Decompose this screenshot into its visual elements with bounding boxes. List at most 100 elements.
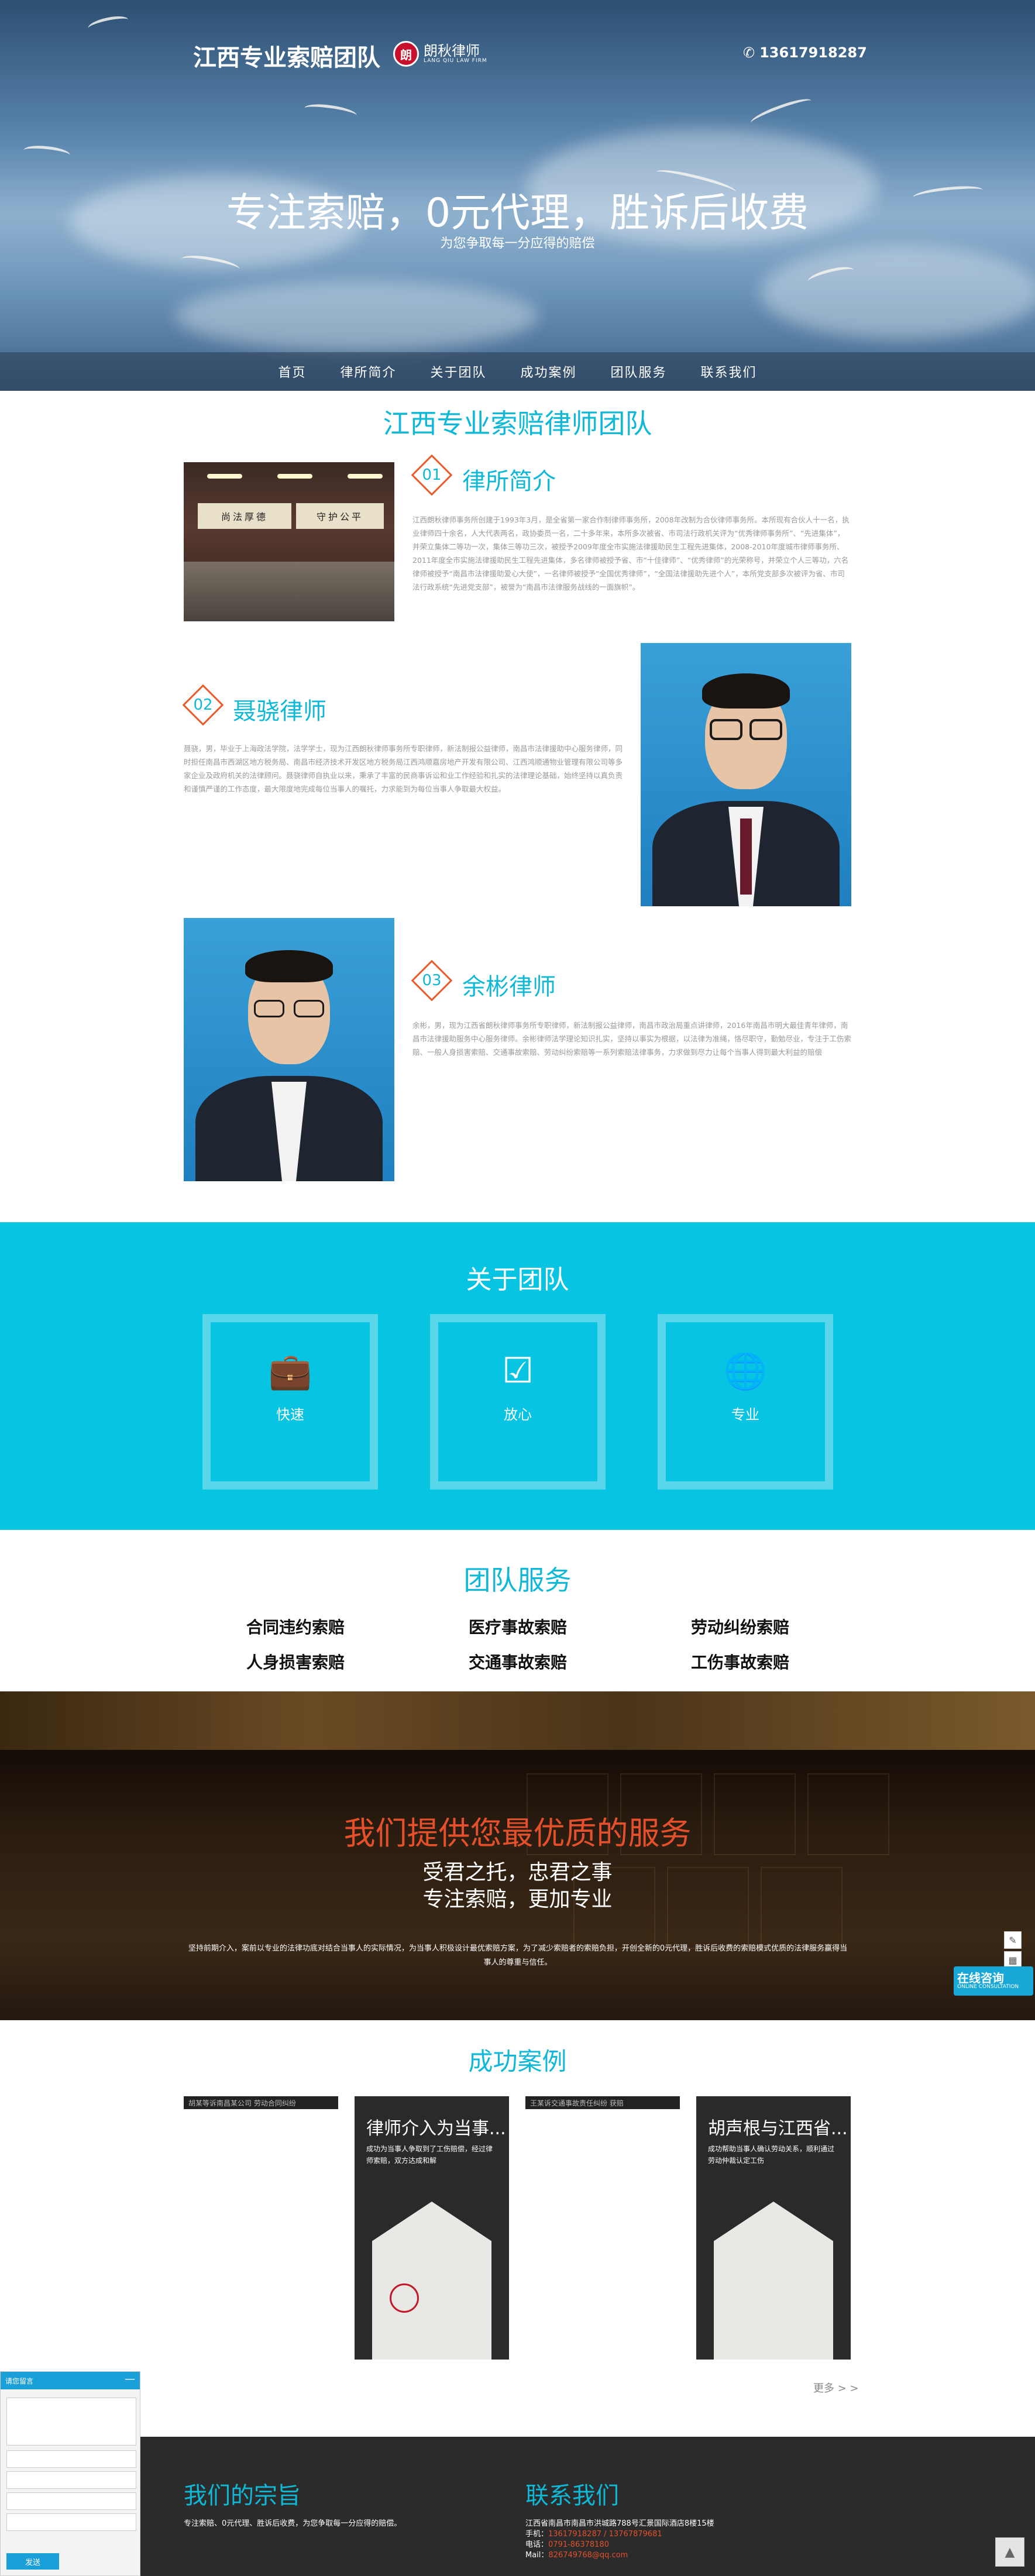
- case-card-2[interactable]: 胡声根与江西省... 成功帮助当事人确认劳动关系，顺利通过劳动仲裁认定工伤: [696, 2096, 851, 2360]
- team-card-pro: 🌐 专业: [658, 1314, 833, 1490]
- service-traffic[interactable]: 交通事故索赔: [430, 1650, 606, 1673]
- service-labor[interactable]: 劳动纠纷索赔: [652, 1615, 828, 1638]
- services-title: 团队服务: [463, 1564, 572, 1596]
- edit-icon[interactable]: ✎: [1004, 1931, 1022, 1949]
- arrow-up-icon: ▲: [1005, 2544, 1015, 2560]
- service-work-injury[interactable]: 工伤事故索赔: [652, 1650, 828, 1673]
- promo-section: 我们提供您最优质的服务 受君之托，忠君之事 专注索赔，更加专业 坚持前期介入，案…: [0, 1750, 1035, 2020]
- contact-address: 江西省南昌市南昌市洪城路788号汇景国际酒店8楼15楼: [525, 2519, 714, 2528]
- nav-about-team[interactable]: 关于团队: [430, 362, 486, 381]
- lawyer-nie-photo: [641, 643, 851, 906]
- team-card-assured: ☑ 放心: [430, 1314, 606, 1490]
- address-input[interactable]: [6, 2513, 136, 2531]
- logo-sub: LANG QIU LAW FIRM: [424, 58, 487, 64]
- nav-home[interactable]: 首页: [278, 362, 306, 381]
- minimize-icon[interactable]: —: [125, 2373, 135, 2385]
- lawyer-nie-title: 聂骁律师: [233, 698, 326, 725]
- block-num: 03: [422, 972, 442, 989]
- case-desc: 成功为当事人争取到了工伤赔偿，经过律师索赔，双方达成和解: [366, 2145, 493, 2165]
- mail-value[interactable]: 826749768@qq.com: [548, 2551, 628, 2560]
- nav-cases[interactable]: 成功案例: [521, 362, 577, 381]
- mobile-value[interactable]: 13617918287 / 13767879681: [548, 2530, 662, 2539]
- about-team-title: 关于团队: [466, 1265, 569, 1295]
- logo-name: 朗秋律师: [424, 43, 480, 59]
- service-injury[interactable]: 人身损害索赔: [208, 1650, 383, 1673]
- phone-input[interactable]: [6, 2471, 136, 2489]
- case-thin-1[interactable]: 胡某等诉南昌某公司 劳动合同纠纷: [184, 2096, 338, 2109]
- mission-text: 专注索赔、0元代理、胜诉后收费，为您争取每一分应得的赔偿。: [184, 2519, 402, 2528]
- case-document-image: [714, 2202, 833, 2360]
- main-nav: 首页 律所简介 关于团队 成功案例 团队服务 联系我们: [0, 352, 1035, 391]
- hero-title: 专注索赔，0元代理，胜诉后收费: [226, 190, 809, 236]
- send-button[interactable]: 发送: [6, 2553, 59, 2570]
- check-icon: ☑: [502, 1350, 534, 1391]
- seal-icon: [390, 2283, 419, 2313]
- case-title: 胡声根与江西省...: [708, 2118, 848, 2139]
- case-title: 律师介入为当事...: [366, 2118, 506, 2139]
- logo[interactable]: 朗 朗秋律师 LANG QIU LAW FIRM: [393, 41, 487, 67]
- case-desc: 成功帮助当事人确认劳动关系，顺利通过劳动仲裁认定工伤: [708, 2145, 835, 2165]
- case-document-image: [372, 2202, 491, 2360]
- hero-subtitle: 为您争取每一分应得的赔偿: [440, 236, 595, 251]
- lawyer-yu-text: 余彬，男，现为江西省朗秋律师事务所专职律师，新法制报公益律师，南昌市政治局重点讲…: [412, 1021, 852, 1057]
- brand-title[interactable]: 江西专业索赔团队: [193, 39, 380, 73]
- about-team-section: 关于团队 💼 快速 ☑ 放心 🌐 专业: [0, 1222, 1035, 1530]
- header-phone[interactable]: ✆ 13617918287: [743, 44, 867, 61]
- contact-mail: Mail：826749768@qq.com: [525, 2550, 628, 2561]
- team-card-fast: 💼 快速: [202, 1314, 378, 1490]
- globe-icon: 🌐: [723, 1351, 768, 1392]
- footer: 我们的宗旨 专注索赔、0元代理、胜诉后收费，为您争取每一分应得的赔偿。 联系我们…: [0, 2437, 1035, 2576]
- team-card-label: 专业: [731, 1406, 759, 1423]
- phone-icon: ✆: [743, 44, 755, 61]
- office-sign-2: 守护公平: [296, 503, 384, 529]
- hero-banner: 江西专业索赔团队 朗 朗秋律师 LANG QIU LAW FIRM ✆ 13617…: [0, 0, 1035, 391]
- message-widget: 请您留言 — 👤 ✆ ✉ ⌖ 发送: [0, 2371, 140, 2576]
- online-consult-button[interactable]: 在线咨询 ONLINE CONSULTATION: [954, 1966, 1033, 1996]
- block-num: 02: [193, 696, 213, 714]
- mission-title: 我们的宗旨: [184, 2482, 301, 2509]
- message-widget-title: 请您留言: [5, 2377, 34, 2385]
- intro-title: 江西专业索赔律师团队: [383, 408, 652, 439]
- phone-number: 13617918287: [759, 44, 867, 61]
- firm-intro-text: 江西朗秋律师事务所创建于1993年3月，是全省第一家合作制律师事务所，2008年…: [412, 515, 850, 591]
- online-consult-label: 在线咨询: [957, 1971, 1004, 1985]
- tel-label: 电话：: [525, 2540, 549, 2549]
- office-sign-1: 尚法厚德: [198, 503, 291, 529]
- name-input[interactable]: [6, 2450, 136, 2468]
- promo-line-1: 受君之托，忠君之事: [422, 1860, 613, 1884]
- nav-contact[interactable]: 联系我们: [701, 362, 757, 381]
- mail-label: Mail：: [525, 2551, 549, 2560]
- contact-tel: 电话：0791-86378180: [525, 2540, 609, 2550]
- message-widget-header[interactable]: 请您留言 —: [1, 2372, 140, 2389]
- back-to-top-button[interactable]: ▲: [995, 2537, 1024, 2567]
- cases-more-link[interactable]: 更多 > >: [813, 2380, 859, 2395]
- briefcase-icon: 💼: [268, 1351, 312, 1392]
- firm-intro-title: 律所简介: [462, 468, 556, 495]
- mobile-label: 手机：: [525, 2530, 549, 2539]
- lawyer-yu-photo: [184, 918, 394, 1181]
- case-card-1[interactable]: 律师介入为当事... 成功为当事人争取到了工伤赔偿，经过律师索赔，双方达成和解: [355, 2096, 509, 2360]
- promo-line-2: 专注索赔，更加专业: [422, 1887, 613, 1911]
- cases-title: 成功案例: [468, 2047, 567, 2076]
- team-card-label: 快速: [276, 1406, 304, 1423]
- service-medical[interactable]: 医疗事故索赔: [430, 1615, 606, 1638]
- contact-mobile: 手机：13617918287 / 13767879681: [525, 2529, 662, 2540]
- message-textarea[interactable]: [6, 2398, 136, 2446]
- promo-headline: 我们提供您最优质的服务: [343, 1815, 692, 1852]
- block-num: 01: [422, 466, 442, 484]
- nav-firm-intro[interactable]: 律所简介: [340, 362, 396, 381]
- page: 江西专业索赔团队 朗 朗秋律师 LANG QIU LAW FIRM ✆ 13617…: [0, 0, 1035, 2576]
- office-photo: 尚法厚德 守护公平: [184, 462, 394, 621]
- logo-mark-icon: 朗: [393, 41, 419, 67]
- service-contract[interactable]: 合同违约索赔: [208, 1615, 383, 1638]
- tel-value[interactable]: 0791-86378180: [548, 2540, 609, 2549]
- team-card-label: 放心: [504, 1406, 532, 1423]
- case-thin-2[interactable]: 王某诉交通事故责任纠纷 获赔: [525, 2096, 680, 2109]
- contact-title: 联系我们: [525, 2482, 619, 2509]
- lawyer-yu-title: 余彬律师: [462, 974, 556, 1000]
- decorative-strip: [0, 1691, 1035, 1750]
- nav-services[interactable]: 团队服务: [611, 362, 667, 381]
- online-consult-sub: ONLINE CONSULTATION: [957, 1984, 1019, 1990]
- lawyer-nie-text: 聂骁，男，毕业于上海政法学院，法学学士，现为江西朗秋律师事务所专职律师，新法制报…: [184, 744, 623, 793]
- email-input[interactable]: [6, 2492, 136, 2510]
